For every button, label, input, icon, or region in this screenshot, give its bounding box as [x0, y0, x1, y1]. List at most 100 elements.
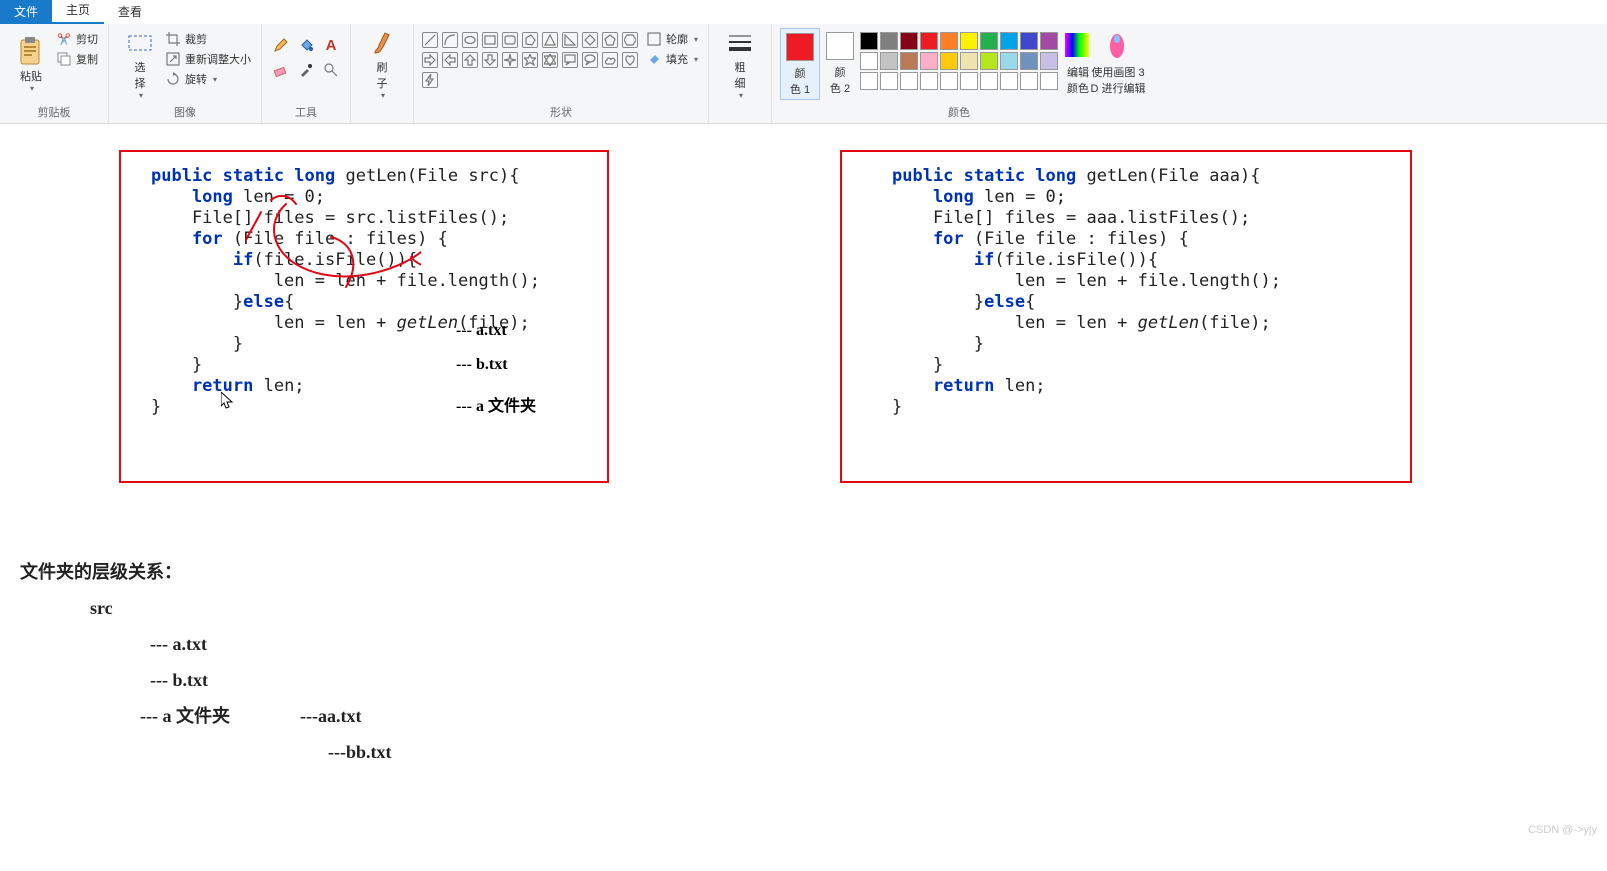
cursor-icon — [221, 392, 235, 410]
shape-arrow-l[interactable] — [442, 52, 458, 68]
shape-triangle[interactable] — [542, 32, 558, 48]
rotate-icon — [165, 71, 181, 87]
shape-callout-oval[interactable] — [582, 52, 598, 68]
swatch[interactable] — [980, 72, 998, 90]
hierarchy-c5: ---bb.txt — [328, 734, 392, 770]
swatch[interactable] — [980, 32, 998, 50]
swatch[interactable] — [940, 52, 958, 70]
swatch[interactable] — [1040, 52, 1058, 70]
color1-button[interactable]: 颜 色 1 — [780, 28, 820, 100]
shape-arrow-d[interactable] — [482, 52, 498, 68]
shape-gallery[interactable] — [422, 28, 638, 88]
swatch[interactable] — [960, 32, 978, 50]
swatch[interactable] — [920, 52, 938, 70]
swatch[interactable] — [1020, 32, 1038, 50]
text-tool[interactable]: A — [320, 34, 342, 56]
swatch[interactable] — [1000, 32, 1018, 50]
swatch[interactable] — [1040, 32, 1058, 50]
color-palette[interactable] — [860, 28, 1058, 90]
canvas-area[interactable]: public static long getLen(File src){ lon… — [0, 124, 1607, 871]
swatch[interactable] — [1000, 52, 1018, 70]
shape-heart[interactable] — [622, 52, 638, 68]
fill-icon — [646, 51, 662, 67]
hierarchy-c2: --- b.txt — [150, 662, 392, 698]
swatch[interactable] — [880, 72, 898, 90]
swatch[interactable] — [1020, 72, 1038, 90]
shape-callout-cloud[interactable] — [602, 52, 618, 68]
crop-button[interactable]: 裁剪 — [163, 30, 253, 48]
swatch[interactable] — [860, 72, 878, 90]
swatch[interactable] — [940, 32, 958, 50]
group-stroke: 粗 细 — [709, 24, 772, 123]
tab-view[interactable]: 查看 — [104, 0, 156, 24]
stroke-button[interactable]: 粗 细 — [717, 28, 763, 100]
shape-arrow-r[interactable] — [422, 52, 438, 68]
color2-button[interactable]: 颜 色 2 — [820, 28, 860, 100]
group-image: 选 择 裁剪 重新调整大小 — [109, 24, 262, 123]
shape-oval[interactable] — [462, 32, 478, 48]
stroke-icon — [726, 28, 754, 59]
swatch[interactable] — [860, 52, 878, 70]
swatch[interactable] — [920, 32, 938, 50]
shape-curve[interactable] — [442, 32, 458, 48]
shape-star5[interactable] — [522, 52, 538, 68]
shape-hexagon[interactable] — [622, 32, 638, 48]
magnifier-tool[interactable] — [320, 59, 342, 81]
tab-home[interactable]: 主页 — [52, 0, 104, 24]
group-label-clipboard: 剪贴板 — [38, 102, 71, 123]
pencil-tool[interactable] — [270, 34, 292, 56]
annot-a-folder: --- a 文件夹 — [456, 392, 536, 416]
shape-rect[interactable] — [482, 32, 498, 48]
shape-roundrect[interactable] — [502, 32, 518, 48]
shape-pentagon[interactable] — [602, 32, 618, 48]
shape-polygon[interactable] — [522, 32, 538, 48]
rotate-button[interactable]: 旋转 — [163, 70, 253, 88]
eraser-tool[interactable] — [270, 59, 292, 81]
crop-icon — [165, 31, 181, 47]
tab-file[interactable]: 文件 — [0, 0, 52, 24]
swatch[interactable] — [880, 52, 898, 70]
shape-callout-rect[interactable] — [562, 52, 578, 68]
shape-star6[interactable] — [542, 52, 558, 68]
hierarchy-c1: --- a.txt — [150, 626, 392, 662]
paint3d-icon — [1104, 32, 1132, 60]
swatch[interactable] — [860, 32, 878, 50]
swatch[interactable] — [980, 52, 998, 70]
swatch[interactable] — [1040, 72, 1058, 90]
group-colors: 颜 色 1 颜 色 2 编辑 颜色 使用画图 3 D 进行编辑 颜色 — [772, 24, 1146, 123]
swatch[interactable] — [900, 52, 918, 70]
brushes-button[interactable]: 刷 子 — [359, 28, 405, 100]
edit-colors-icon — [1064, 32, 1092, 60]
tab-bar: 文件 主页 查看 — [0, 0, 1607, 24]
resize-button[interactable]: 重新调整大小 — [163, 50, 253, 68]
group-shapes: 轮廓 填充 形状 — [414, 24, 709, 123]
fill-button[interactable]: 填充 — [644, 50, 700, 68]
group-label-colors: 颜色 — [948, 102, 970, 123]
swatch[interactable] — [1000, 72, 1018, 90]
swatch[interactable] — [900, 32, 918, 50]
shape-arrow-u[interactable] — [462, 52, 478, 68]
swatch[interactable] — [880, 32, 898, 50]
swatch[interactable] — [1020, 52, 1038, 70]
copy-button[interactable]: 复制 — [54, 50, 100, 68]
swatch[interactable] — [960, 72, 978, 90]
shape-bolt[interactable] — [422, 72, 438, 88]
resize-icon — [165, 51, 181, 67]
swatch[interactable] — [920, 72, 938, 90]
bucket-tool[interactable] — [295, 34, 317, 56]
outline-button[interactable]: 轮廓 — [644, 30, 700, 48]
select-button[interactable]: 选 择 — [117, 28, 163, 100]
group-label-image: 图像 — [174, 102, 196, 123]
paste-button[interactable]: 粘贴 — [8, 28, 54, 100]
picker-tool[interactable] — [295, 59, 317, 81]
shape-rtriangle[interactable] — [562, 32, 578, 48]
shape-diamond[interactable] — [582, 32, 598, 48]
swatch[interactable] — [900, 72, 918, 90]
swatch[interactable] — [960, 52, 978, 70]
shape-line[interactable] — [422, 32, 438, 48]
cut-button[interactable]: ✂️ 剪切 — [54, 30, 100, 48]
swatch[interactable] — [940, 72, 958, 90]
paint3d-button[interactable]: 使用画图 3 D 进行编辑 — [1098, 28, 1138, 100]
paste-label: 粘贴 — [20, 68, 42, 84]
shape-star4[interactable] — [502, 52, 518, 68]
